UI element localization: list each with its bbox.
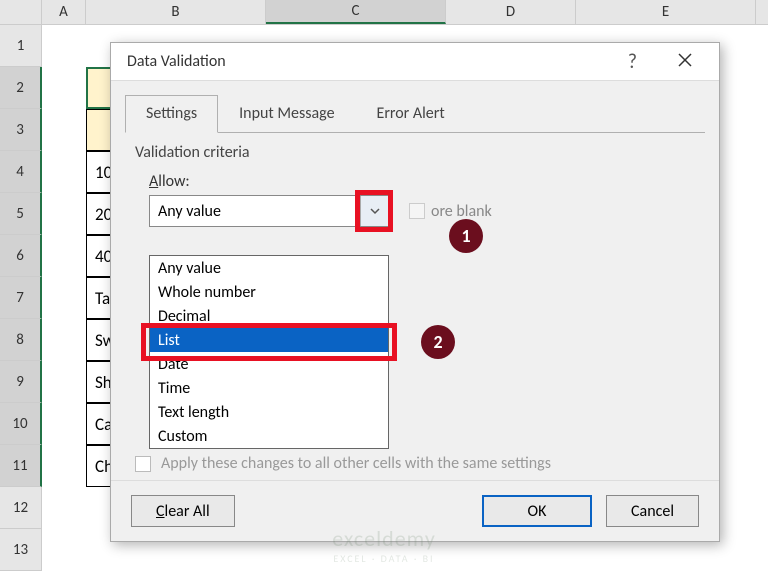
option-date[interactable]: Date <box>150 352 388 376</box>
row-header-7[interactable]: 7 <box>0 277 42 319</box>
apply-changes-checkbox: Apply these changes to all other cells w… <box>135 454 551 473</box>
ok-button[interactable]: OK <box>482 495 592 527</box>
row-header-6[interactable]: 6 <box>0 235 42 277</box>
tab-error-alert[interactable]: Error Alert <box>356 95 466 133</box>
row-header-1[interactable]: 1 <box>0 25 42 67</box>
tab-settings[interactable]: Settings <box>125 95 218 133</box>
checkbox-icon <box>409 203 425 219</box>
col-header-A[interactable]: A <box>42 0 86 24</box>
tab-input-message[interactable]: Input Message <box>218 95 355 133</box>
row-header-8[interactable]: 8 <box>0 319 42 361</box>
row-header-12[interactable]: 12 <box>0 487 42 529</box>
option-text-length[interactable]: Text length <box>150 400 388 424</box>
data-validation-dialog: Data Validation ? Settings Input Message… <box>110 42 720 542</box>
option-decimal[interactable]: Decimal <box>150 304 388 328</box>
allow-dropdown-list: Any value Whole number Decimal List Date… <box>149 255 389 449</box>
row-header-5[interactable]: 5 <box>0 193 42 235</box>
row-header-2[interactable]: 2 <box>0 67 42 109</box>
close-icon <box>677 52 693 68</box>
annotation-badge-1: 1 <box>449 219 483 253</box>
option-time[interactable]: Time <box>150 376 388 400</box>
row-headers: 1 2 3 4 5 6 7 8 9 10 11 12 13 <box>0 25 42 571</box>
clear-all-button[interactable]: Clear All <box>131 495 235 527</box>
row-header-10[interactable]: 10 <box>0 403 42 445</box>
dialog-button-row: Clear All OK Cancel <box>111 480 719 527</box>
dialog-title-text: Data Validation <box>127 52 628 71</box>
allow-label: Allow: <box>149 172 695 191</box>
col-header-E[interactable]: E <box>576 0 756 24</box>
col-header-C[interactable]: C <box>266 0 446 24</box>
annotation-badge-2: 2 <box>421 325 455 359</box>
allow-value: Any value <box>158 202 221 221</box>
row-header-4[interactable]: 4 <box>0 151 42 193</box>
select-all-corner[interactable] <box>0 0 42 24</box>
close-button[interactable] <box>667 46 703 78</box>
option-list[interactable]: List <box>150 328 388 352</box>
ignore-blank-checkbox: ore blank <box>409 202 492 221</box>
col-header-D[interactable]: D <box>446 0 576 24</box>
dialog-titlebar[interactable]: Data Validation ? <box>111 43 719 81</box>
row-header-13[interactable]: 13 <box>0 529 42 571</box>
option-whole-number[interactable]: Whole number <box>150 280 388 304</box>
chevron-down-icon <box>369 205 381 217</box>
column-headers: A B C D E <box>0 0 768 25</box>
row-header-9[interactable]: 9 <box>0 361 42 403</box>
dialog-tabs: Settings Input Message Error Alert <box>125 95 719 133</box>
option-any-value[interactable]: Any value <box>150 256 388 280</box>
option-custom[interactable]: Custom <box>150 424 388 448</box>
dropdown-arrow-button[interactable] <box>360 196 388 226</box>
checkbox-icon <box>135 456 151 472</box>
help-button[interactable]: ? <box>628 50 637 74</box>
settings-panel: Validation criteria Allow: Any value ore… <box>111 133 719 237</box>
allow-dropdown[interactable]: Any value <box>149 195 389 227</box>
criteria-label: Validation criteria <box>135 143 695 162</box>
row-header-11[interactable]: 11 <box>0 445 42 487</box>
col-header-B[interactable]: B <box>86 0 266 24</box>
cancel-button[interactable]: Cancel <box>606 495 699 527</box>
row-header-3[interactable]: 3 <box>0 109 42 151</box>
